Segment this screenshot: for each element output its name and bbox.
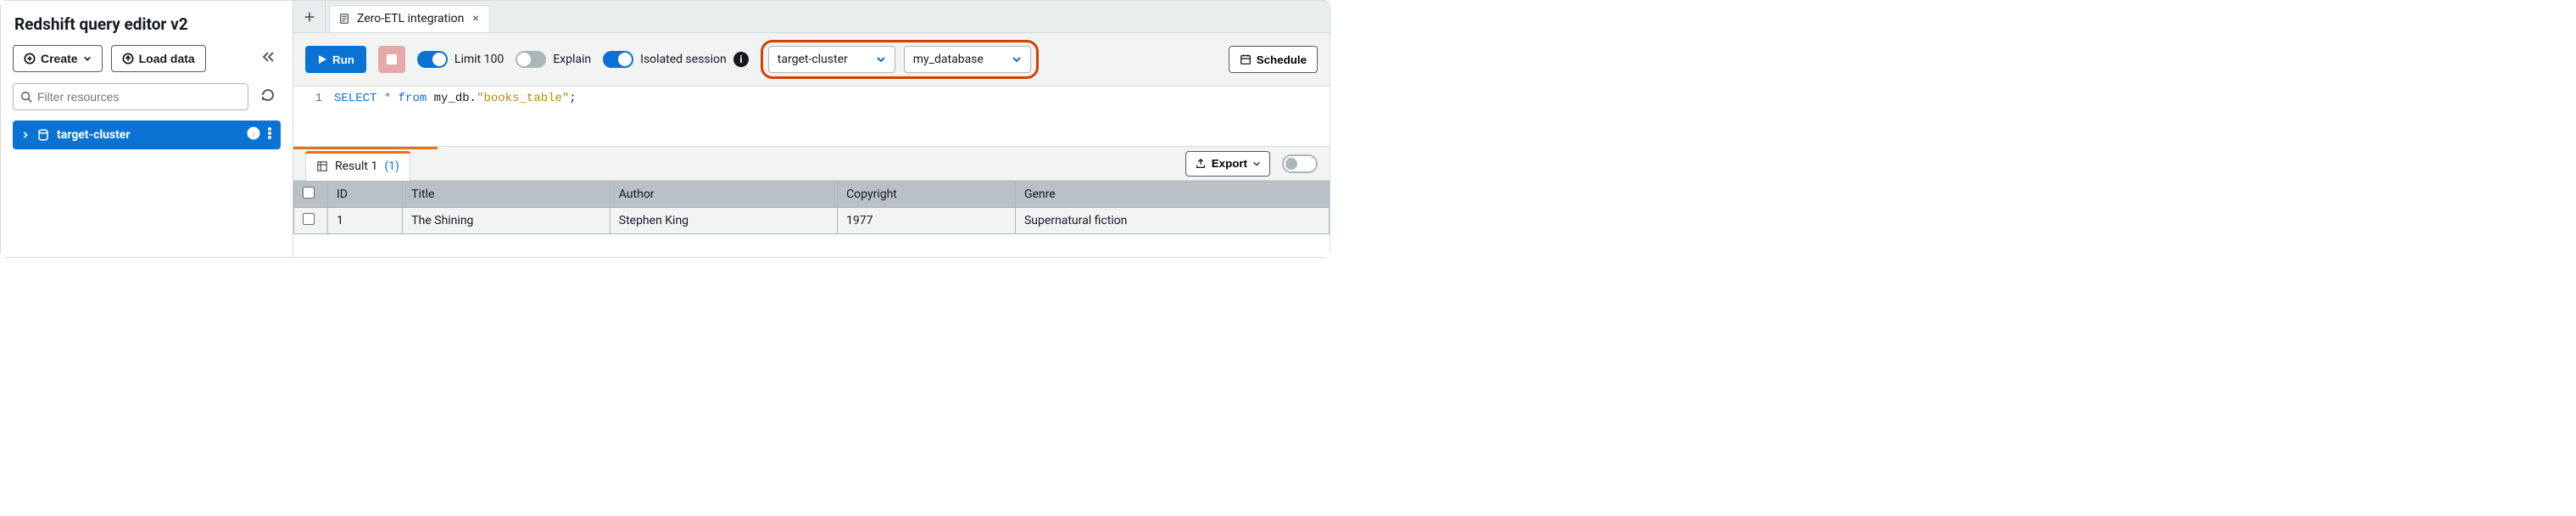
export-button[interactable]: Export bbox=[1185, 151, 1270, 177]
cell: 1977 bbox=[838, 208, 1016, 234]
table-header-row: ID Title Author Copyright Genre bbox=[294, 182, 1330, 208]
cluster-select-value: target-cluster bbox=[778, 53, 848, 66]
sidebar-toolbar: Create Load data bbox=[13, 44, 281, 72]
caret-down-icon bbox=[1252, 160, 1261, 168]
export-label: Export bbox=[1212, 157, 1247, 170]
tab-close-button[interactable]: × bbox=[471, 12, 480, 25]
load-data-label: Load data bbox=[139, 52, 195, 65]
result-tabs-row: Result 1 (1) Export bbox=[293, 147, 1330, 181]
result-tab-count: (1) bbox=[384, 160, 399, 173]
filter-input[interactable] bbox=[37, 90, 241, 104]
col-id[interactable]: ID bbox=[328, 182, 403, 208]
select-all-cell[interactable] bbox=[294, 182, 328, 208]
editor-tabs-row: Zero-ETL integration × bbox=[293, 1, 1330, 33]
cluster-select[interactable]: target-cluster bbox=[768, 46, 895, 73]
connection-highlight: target-cluster my_database bbox=[761, 40, 1039, 79]
app-title: Redshift query editor v2 bbox=[13, 9, 281, 44]
stop-icon bbox=[387, 54, 397, 64]
chevron-right-icon bbox=[21, 131, 30, 139]
database-icon bbox=[36, 128, 50, 142]
col-author[interactable]: Author bbox=[610, 182, 837, 208]
limit-toggle[interactable] bbox=[417, 51, 448, 68]
collapse-sidebar-button[interactable] bbox=[255, 44, 281, 72]
database-select-value: my_database bbox=[913, 53, 984, 66]
cell: Stephen King bbox=[610, 208, 837, 234]
filter-row bbox=[13, 82, 281, 110]
document-icon bbox=[338, 13, 350, 25]
load-data-button[interactable]: Load data bbox=[111, 45, 206, 72]
isolated-toggle-group: Isolated session i bbox=[603, 51, 749, 68]
limit-toggle-group: Limit 100 bbox=[417, 51, 504, 68]
cell: The Shining bbox=[403, 208, 610, 234]
table-row[interactable]: 1 The Shining Stephen King 1977 Supernat… bbox=[294, 208, 1330, 234]
isolated-label: Isolated session bbox=[640, 53, 727, 66]
info-icon[interactable]: i bbox=[733, 52, 749, 67]
new-tab-button[interactable] bbox=[293, 1, 326, 33]
results-area: Result 1 (1) Export bbox=[293, 146, 1330, 257]
refresh-button[interactable] bbox=[255, 82, 281, 110]
plus-icon bbox=[304, 11, 315, 23]
export-icon bbox=[1195, 158, 1207, 170]
result-tab[interactable]: Result 1 (1) bbox=[305, 152, 410, 181]
tree-item-cluster[interactable]: target-cluster i bbox=[13, 121, 281, 149]
stop-button[interactable] bbox=[378, 46, 405, 73]
plus-circle-icon bbox=[24, 53, 36, 64]
chevrons-left-icon bbox=[260, 49, 276, 64]
refresh-icon bbox=[260, 87, 276, 103]
svg-text:i: i bbox=[253, 128, 255, 139]
run-label: Run bbox=[332, 53, 354, 66]
create-button[interactable]: Create bbox=[13, 45, 103, 72]
caret-down-icon bbox=[83, 54, 92, 63]
table-icon bbox=[316, 160, 328, 172]
tab-label: Zero-ETL integration bbox=[357, 12, 464, 25]
cluster-info-icon[interactable]: i bbox=[247, 126, 260, 143]
main: Zero-ETL integration × Run Limit 100 Exp… bbox=[293, 1, 1330, 257]
cell: 1 bbox=[328, 208, 403, 234]
run-button[interactable]: Run bbox=[305, 46, 366, 73]
col-genre[interactable]: Genre bbox=[1015, 182, 1329, 208]
chart-toggle[interactable] bbox=[1282, 154, 1318, 173]
schedule-button[interactable]: Schedule bbox=[1229, 46, 1318, 73]
filter-input-wrap[interactable] bbox=[13, 83, 248, 110]
cluster-name: target-cluster bbox=[57, 128, 131, 142]
result-tab-label: Result 1 bbox=[335, 160, 377, 173]
checkbox-icon bbox=[303, 187, 315, 199]
database-select[interactable]: my_database bbox=[904, 46, 1031, 73]
schedule-label: Schedule bbox=[1257, 53, 1307, 66]
checkbox-icon bbox=[303, 213, 315, 225]
col-title[interactable]: Title bbox=[403, 182, 610, 208]
explain-label: Explain bbox=[553, 53, 591, 66]
sql-editor[interactable]: 1 SELECT * from my_db."books_table"; bbox=[293, 87, 1330, 146]
upload-icon bbox=[122, 53, 134, 64]
row-select-cell[interactable] bbox=[294, 208, 328, 234]
search-icon bbox=[20, 91, 32, 103]
sidebar: Redshift query editor v2 Create Load dat… bbox=[1, 1, 293, 257]
create-label: Create bbox=[41, 52, 78, 65]
line-number: 1 bbox=[293, 87, 334, 146]
results-table: ID Title Author Copyright Genre 1 The Sh… bbox=[293, 181, 1330, 234]
limit-label: Limit 100 bbox=[454, 53, 504, 66]
result-actions: Export bbox=[1185, 151, 1318, 177]
play-icon bbox=[317, 54, 327, 64]
caret-down-icon bbox=[876, 54, 886, 64]
explain-toggle[interactable] bbox=[516, 51, 546, 68]
editor-toolbar: Run Limit 100 Explain Isolated session i… bbox=[293, 33, 1330, 87]
cell: Supernatural fiction bbox=[1015, 208, 1329, 234]
code-line: SELECT * from my_db."books_table"; bbox=[334, 87, 577, 146]
editor-tab[interactable]: Zero-ETL integration × bbox=[329, 5, 490, 32]
active-indicator bbox=[293, 147, 438, 149]
caret-down-icon bbox=[1012, 54, 1022, 64]
explain-toggle-group: Explain bbox=[516, 51, 591, 68]
calendar-icon bbox=[1240, 53, 1252, 65]
isolated-toggle[interactable] bbox=[603, 51, 633, 68]
cluster-menu-icon[interactable] bbox=[267, 126, 272, 143]
col-copyright[interactable]: Copyright bbox=[838, 182, 1016, 208]
